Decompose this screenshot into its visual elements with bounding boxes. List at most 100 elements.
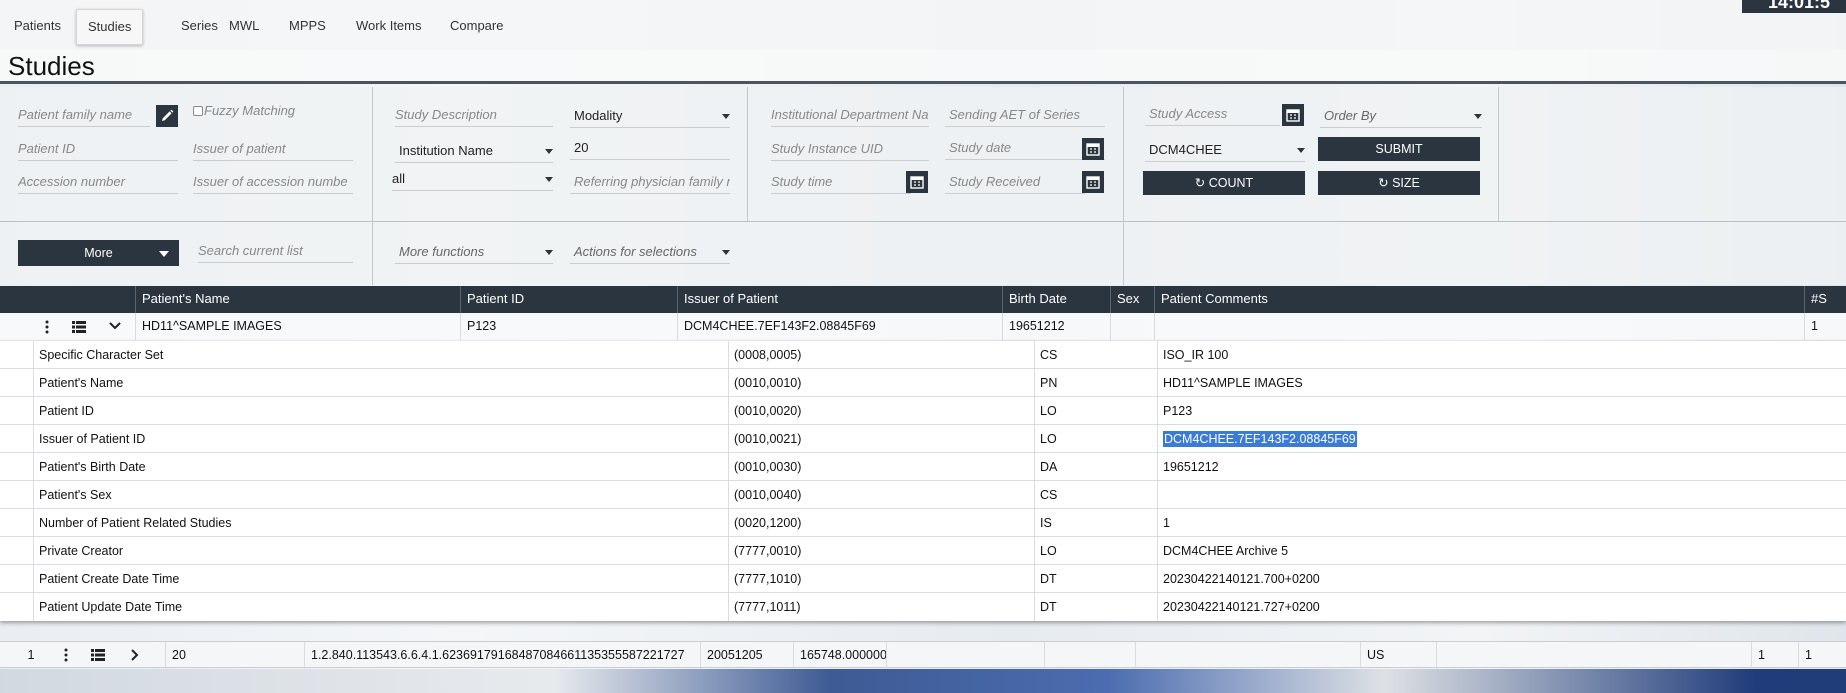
aet-select[interactable]: DCM4CHEE (1145, 138, 1305, 162)
attribute-name: Number of Patient Related Studies (33, 509, 728, 537)
column-header-birth-date[interactable]: Birth Date (1002, 286, 1110, 313)
column-header-patient-id[interactable]: Patient ID (460, 286, 677, 313)
kebab-menu-icon[interactable] (44, 320, 50, 334)
actions-for-selections-value: Actions for selections (574, 244, 697, 259)
edit-button[interactable] (156, 105, 178, 127)
study-row[interactable]: 1 20 1.2.840.113543.6.6.4.1.623691791684… (0, 641, 1846, 669)
chevron-down-icon (545, 149, 553, 154)
attribute-value (1157, 481, 1846, 509)
attribute-name: Private Creator (33, 537, 728, 565)
study-date-input[interactable]: Study date (945, 136, 1105, 160)
cell-instances-count: 1 (1798, 642, 1846, 669)
patient-id-input[interactable]: Patient ID (18, 137, 178, 161)
chevron-down-icon (545, 177, 553, 182)
attribute-tag: (0010,0040) (728, 481, 1034, 509)
tab-work-items[interactable]: Work Items (345, 12, 433, 40)
cell-sex (1110, 313, 1154, 340)
patient-row[interactable]: HD11^SAMPLE IMAGES P123 DCM4CHEE.7EF143F… (0, 313, 1846, 340)
attribute-vr: LO (1034, 425, 1157, 453)
order-by-value: Order By (1324, 108, 1377, 123)
attribute-name: Patient Create Date Time (33, 565, 728, 593)
size-button[interactable]: ↻ SIZE (1318, 171, 1480, 195)
cell-study-id: 20 (165, 642, 304, 669)
patient-attributes-panel: Specific Character Set (0008,0005) CS IS… (0, 341, 1846, 621)
column-header-studies-count[interactable]: #S (1804, 286, 1846, 313)
study-instance-uid-input[interactable]: Study Instance UID (771, 137, 929, 161)
more-button[interactable]: More (18, 240, 179, 266)
attribute-name: Patient ID (33, 397, 728, 425)
all-select[interactable]: all (392, 167, 553, 191)
tab-mpps[interactable]: MPPS (278, 12, 337, 40)
cell-patient-id: P123 (460, 313, 677, 340)
selected-text: DCM4CHEE.7EF143F2.08845F69 (1163, 431, 1357, 447)
background-image (0, 669, 1846, 693)
kebab-menu-icon[interactable] (63, 648, 69, 662)
study-received-input[interactable]: Study Received (945, 170, 1085, 194)
modality-select[interactable]: Modality (570, 104, 730, 128)
study-access-input[interactable]: Study Access (1145, 102, 1280, 126)
patient-family-name-input[interactable]: Patient family name (18, 103, 150, 127)
chevron-right-icon[interactable] (131, 649, 139, 661)
submit-button[interactable]: SUBMIT (1318, 137, 1480, 161)
column-divider (1123, 87, 1124, 285)
chevron-down-icon[interactable] (109, 322, 121, 330)
column-divider (372, 87, 373, 285)
size-label: SIZE (1392, 176, 1420, 190)
issuer-of-accession-input[interactable]: Issuer of accession numbe (193, 170, 353, 194)
attribute-row: Issuer of Patient ID (0010,0021) LO DCM4… (0, 425, 1846, 453)
study-received-picker-button[interactable] (1082, 171, 1104, 193)
study-time-picker-button[interactable] (906, 171, 928, 193)
aet-value: DCM4CHEE (1149, 142, 1222, 157)
more-functions-select[interactable]: More functions (395, 240, 553, 264)
fuzzy-matching-checkbox[interactable] (193, 106, 203, 116)
cell-empty (1436, 642, 1751, 669)
study-description-input[interactable]: Study Description (395, 103, 553, 127)
study-date-picker-button[interactable] (1082, 138, 1104, 160)
list-icon[interactable] (91, 649, 105, 661)
attribute-vr: CS (1034, 341, 1157, 369)
attribute-value: P123 (1157, 397, 1846, 425)
count-button[interactable]: ↻ COUNT (1143, 171, 1305, 195)
chevron-down-icon (1297, 148, 1305, 153)
study-time-input[interactable]: Study time (771, 170, 911, 194)
sending-aet-input[interactable]: Sending AET of Series (945, 103, 1105, 127)
attribute-vr: LO (1034, 397, 1157, 425)
calendar-icon (1286, 109, 1300, 122)
tab-compare[interactable]: Compare (439, 12, 514, 40)
limit-input[interactable]: 20 (570, 136, 730, 160)
actions-for-selections-select[interactable]: Actions for selections (570, 240, 730, 264)
study-row-index: 1 (27, 648, 35, 662)
cell-study-date: 20051205 (700, 642, 793, 669)
attribute-tag: (0008,0005) (728, 341, 1034, 369)
cell-patient-comments (1154, 313, 1804, 340)
refresh-icon: ↻ (1194, 176, 1209, 190)
study-access-picker-button[interactable] (1282, 104, 1304, 126)
attribute-tag: (7777,1011) (728, 593, 1034, 621)
institutional-department-input[interactable]: Institutional Department Na (771, 103, 929, 127)
order-by-select[interactable]: Order By (1320, 104, 1482, 128)
column-header-patient-comments[interactable]: Patient Comments (1154, 286, 1804, 313)
accession-number-input[interactable]: Accession number (18, 170, 178, 194)
attribute-row: Patient Update Date Time (7777,1011) DT … (0, 593, 1846, 621)
column-header-issuer-of-patient[interactable]: Issuer of Patient (677, 286, 1002, 313)
attribute-row: Private Creator (7777,0010) LO DCM4CHEE … (0, 537, 1846, 565)
institution-name-select[interactable]: Institution Name (395, 139, 553, 163)
tab-patients[interactable]: Patients (3, 12, 72, 40)
attribute-vr: DT (1034, 565, 1157, 593)
more-label: More (84, 246, 113, 260)
attribute-row: Patient's Name (0010,0010) PN HD11^SAMPL… (0, 369, 1846, 397)
chevron-down-icon (722, 114, 730, 119)
issuer-of-patient-input[interactable]: Issuer of patient (193, 137, 353, 161)
tab-studies[interactable]: Studies (76, 9, 144, 45)
column-header-patients-name[interactable]: Patient's Name (135, 286, 460, 313)
referring-physician-input[interactable]: Referring physician family n (570, 170, 730, 194)
search-current-list-input[interactable]: Search current list (198, 239, 353, 263)
filter-divider (0, 221, 1846, 222)
column-header-sex[interactable]: Sex (1110, 286, 1154, 313)
cell-modality: US (1360, 642, 1436, 669)
calendar-icon (1086, 143, 1100, 156)
cell-birth-date: 19651212 (1002, 313, 1110, 340)
attribute-tag: (0010,0010) (728, 369, 1034, 397)
list-icon[interactable] (72, 321, 86, 333)
tab-mwl[interactable]: MWL (218, 12, 270, 40)
